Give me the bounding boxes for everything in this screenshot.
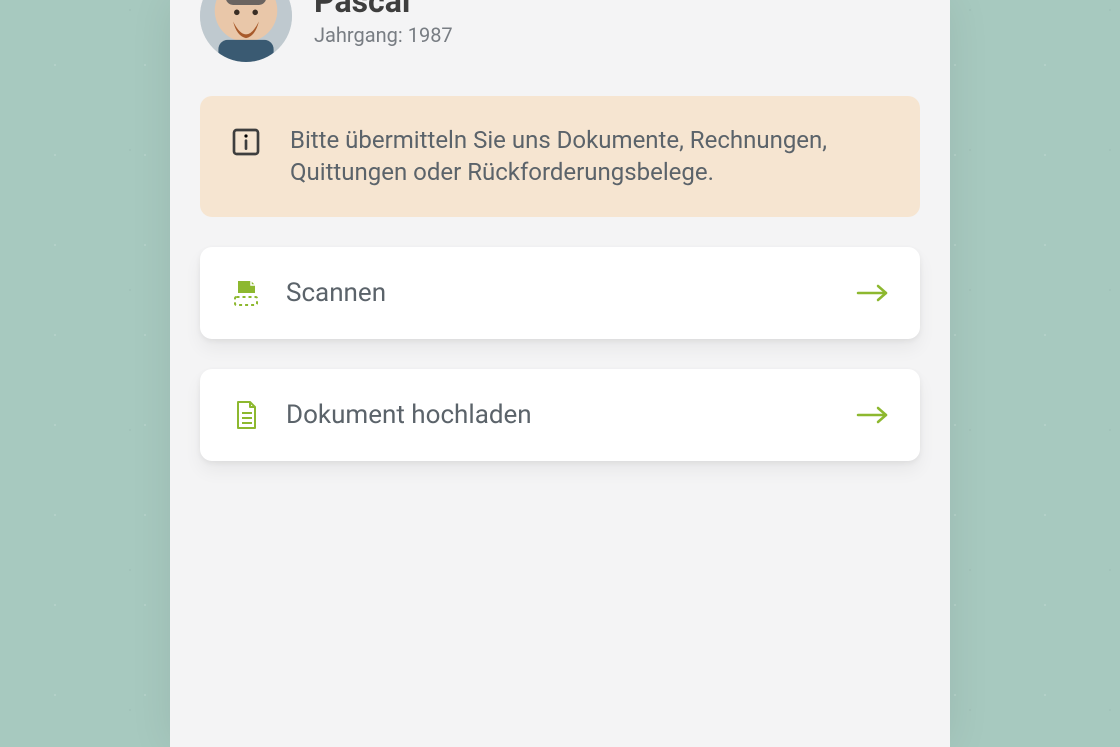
scanner-icon xyxy=(230,277,262,309)
main-panel: Pascal Jahrgang: 1987 Bitte übermitteln … xyxy=(170,0,950,747)
info-banner: Bitte übermitteln Sie uns Dokumente, Rec… xyxy=(200,96,920,217)
avatar xyxy=(200,0,292,62)
upload-action[interactable]: Dokument hochladen xyxy=(200,369,920,461)
upload-label: Dokument hochladen xyxy=(286,400,832,430)
profile-header: Pascal Jahrgang: 1987 xyxy=(200,0,920,62)
scan-action[interactable]: Scannen xyxy=(200,247,920,339)
profile-name: Pascal xyxy=(314,0,453,17)
info-text: Bitte übermitteln Sie uns Dokumente, Rec… xyxy=(290,124,890,189)
info-icon xyxy=(230,126,262,158)
profile-text: Pascal Jahrgang: 1987 xyxy=(314,0,453,47)
profile-subline: Jahrgang: 1987 xyxy=(314,23,453,47)
arrow-right-icon xyxy=(856,405,890,425)
arrow-right-icon xyxy=(856,283,890,303)
document-icon xyxy=(230,399,262,431)
scan-label: Scannen xyxy=(286,278,832,308)
